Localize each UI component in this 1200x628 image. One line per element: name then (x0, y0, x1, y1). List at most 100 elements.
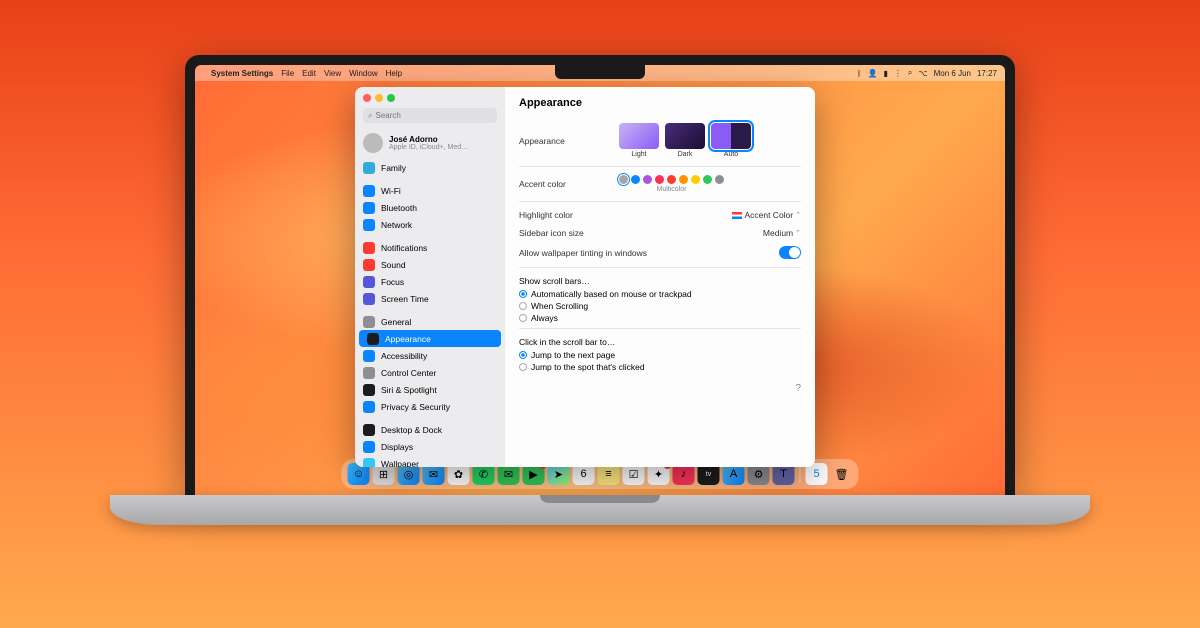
sidebar-icon (367, 333, 379, 345)
chevron-down-icon: ⌃ (795, 229, 801, 237)
sidebar-item-wallpaper[interactable]: Wallpaper (355, 455, 505, 467)
sidebar-item-general[interactable]: General (355, 313, 505, 330)
sidebar-item-wi-fi[interactable]: Wi-Fi (355, 182, 505, 199)
apple-id-row[interactable]: José Adorno Apple ID, iCloud+, Med… (355, 129, 505, 157)
accent-color[interactable] (643, 175, 652, 184)
menu-view[interactable]: View (324, 69, 341, 78)
sidebar-size-row[interactable]: Sidebar icon size Medium⌃ (519, 224, 801, 242)
accent-color[interactable] (619, 175, 628, 184)
sidebar-item-label: Focus (381, 277, 404, 287)
sidebar-icon (363, 316, 375, 328)
sidebar-item-notifications[interactable]: Notifications (355, 239, 505, 256)
appearance-row: Appearance LightDarkAuto (519, 119, 801, 162)
control-center-icon[interactable]: ⌥ (918, 69, 927, 78)
sidebar-item-control-center[interactable]: Control Center (355, 364, 505, 381)
highlight-value: Accent Color (744, 210, 793, 220)
sidebar-icon (363, 242, 375, 254)
menu-window[interactable]: Window (349, 69, 377, 78)
sidebar-icon (363, 259, 375, 271)
sidebar-item-label: Siri & Spotlight (381, 385, 437, 395)
accent-label: Accent color (519, 179, 619, 189)
scrollbars-options: Automatically based on mouse or trackpad… (519, 288, 801, 324)
sidebar-icon (363, 219, 375, 231)
sidebar-item-family[interactable]: Family (355, 159, 505, 176)
sidebar-item-siri-spotlight[interactable]: Siri & Spotlight (355, 381, 505, 398)
sidebar-item-displays[interactable]: Displays (355, 438, 505, 455)
menubar-date[interactable]: Mon 6 Jun (934, 69, 971, 78)
sidebar-icon (363, 401, 375, 413)
user-subtitle: Apple ID, iCloud+, Med… (389, 144, 468, 151)
radio-option[interactable]: When Scrolling (519, 300, 801, 312)
accent-row: Accent color Multicolor (519, 171, 801, 197)
sidebar-search[interactable]: ⌕ (363, 108, 497, 123)
sidebar-item-label: Sound (381, 260, 406, 270)
radio-option[interactable]: Automatically based on mouse or trackpad (519, 288, 801, 300)
user-icon[interactable]: 👤 (868, 69, 878, 78)
appearance-mode-dark[interactable]: Dark (665, 123, 705, 158)
sidebar-item-label: Notifications (381, 243, 427, 253)
display-notch (555, 65, 645, 79)
sidebar-item-screen-time[interactable]: Screen Time (355, 290, 505, 307)
accent-color[interactable] (655, 175, 664, 184)
accent-sublabel: Multicolor (619, 186, 724, 193)
sidebar-item-label: Privacy & Security (381, 402, 450, 412)
window-controls (355, 87, 505, 106)
sidebar-item-privacy-security[interactable]: Privacy & Security (355, 398, 505, 415)
accent-color[interactable] (631, 175, 640, 184)
minimize-button[interactable] (375, 94, 383, 102)
accent-color[interactable] (691, 175, 700, 184)
sidebar-list: Family Wi-Fi BluetoothNetwork Notifications… (355, 157, 505, 467)
radio-option[interactable]: Jump to the spot that's clicked (519, 361, 801, 373)
sidebar-icon (363, 350, 375, 362)
accent-color[interactable] (703, 175, 712, 184)
menu-file[interactable]: File (281, 69, 294, 78)
highlight-row[interactable]: Highlight color Accent Color⌃ (519, 206, 801, 224)
sidebar-item-appearance[interactable]: Appearance (359, 330, 501, 347)
sidebar-icon (363, 162, 375, 174)
search-input[interactable] (375, 111, 492, 120)
sidebar-size-label: Sidebar icon size (519, 228, 619, 238)
menubar-time[interactable]: 17:27 (977, 69, 997, 78)
search-icon[interactable]: ⌕ (908, 68, 912, 78)
sidebar-icon (363, 458, 375, 468)
sidebar-icon (363, 424, 375, 436)
battery-icon[interactable]: ▮ (884, 69, 888, 78)
app-menu[interactable]: System Settings (211, 69, 273, 78)
sidebar-icon (363, 367, 375, 379)
sidebar-icon (363, 384, 375, 396)
radio-option[interactable]: Jump to the next page (519, 349, 801, 361)
accent-color[interactable] (715, 175, 724, 184)
help-button[interactable]: ? (519, 383, 801, 394)
appearance-modes: LightDarkAuto (619, 123, 751, 158)
highlight-label: Highlight color (519, 210, 619, 220)
sidebar-item-label: Wi-Fi (381, 186, 401, 196)
menu-edit[interactable]: Edit (302, 69, 316, 78)
sidebar-item-focus[interactable]: Focus (355, 273, 505, 290)
sidebar-item-desktop-dock[interactable]: Desktop & Dock (355, 421, 505, 438)
sidebar-icon (363, 441, 375, 453)
tinting-row: Allow wallpaper tinting in windows (519, 242, 801, 263)
bluetooth-status-icon[interactable]: ᛒ (857, 69, 862, 78)
macbook: System Settings File Edit View Window He… (185, 55, 1015, 525)
page-title: Appearance (519, 97, 801, 109)
chevron-down-icon: ⌃ (795, 211, 801, 219)
laptop-base (110, 495, 1090, 525)
dock-trash-icon[interactable]: 🗑 (831, 463, 853, 485)
sidebar-item-network[interactable]: Network (355, 216, 505, 233)
tinting-label: Allow wallpaper tinting in windows (519, 248, 647, 258)
flag-icon (732, 212, 742, 219)
zoom-button[interactable] (387, 94, 395, 102)
appearance-mode-light[interactable]: Light (619, 123, 659, 158)
accent-color[interactable] (667, 175, 676, 184)
wifi-icon[interactable]: ⋮ (894, 69, 902, 78)
sidebar-item-sound[interactable]: Sound (355, 256, 505, 273)
screen-bezel: System Settings File Edit View Window He… (185, 55, 1015, 495)
radio-option[interactable]: Always (519, 312, 801, 324)
sidebar-item-accessibility[interactable]: Accessibility (355, 347, 505, 364)
tinting-toggle[interactable] (779, 246, 801, 259)
accent-color[interactable] (679, 175, 688, 184)
appearance-mode-auto[interactable]: Auto (711, 123, 751, 158)
menu-help[interactable]: Help (386, 69, 402, 78)
close-button[interactable] (363, 94, 371, 102)
sidebar-item-bluetooth[interactable]: Bluetooth (355, 199, 505, 216)
